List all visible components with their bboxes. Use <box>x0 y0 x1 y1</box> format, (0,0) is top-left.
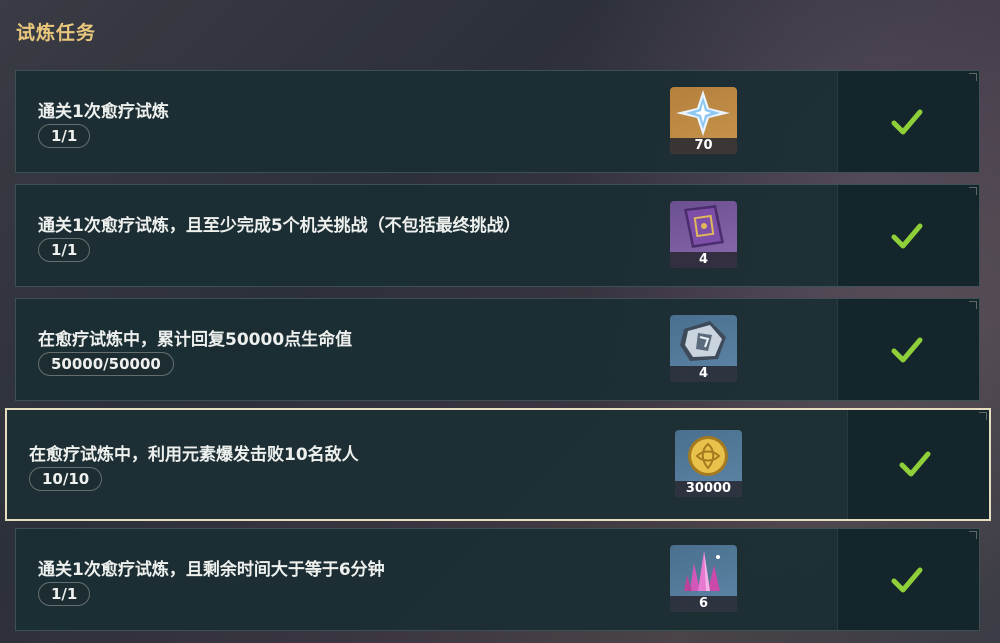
task-row[interactable]: 在愈疗试炼中，累计回复50000点生命值 50000/50000 4 <box>15 298 980 401</box>
reward-item[interactable]: 30000 <box>675 430 742 497</box>
task-description: 在愈疗试炼中，累计回复50000点生命值 <box>38 330 353 350</box>
task-progress: 1/1 <box>38 124 91 148</box>
task-description: 通关1次愈疗试炼，且至少完成5个机关挑战（不包括最终挑战） <box>38 216 521 236</box>
check-icon <box>891 223 923 249</box>
check-icon <box>891 567 923 593</box>
check-icon <box>899 451 931 477</box>
task-row[interactable]: 通关1次愈疗试炼，且剩余时间大于等于6分钟 1/1 6 <box>15 528 980 631</box>
task-description: 通关1次愈疗试炼，且剩余时间大于等于6分钟 <box>38 560 385 580</box>
corner-ornament <box>979 412 987 420</box>
reward-quantity: 6 <box>670 596 737 612</box>
check-icon <box>891 337 923 363</box>
page-title: 试炼任务 <box>16 22 97 44</box>
check-icon <box>891 109 923 135</box>
corner-ornament <box>969 187 977 195</box>
reward-quantity: 4 <box>670 366 737 382</box>
task-progress: 1/1 <box>38 582 91 606</box>
reward-item[interactable]: 70 <box>670 87 737 154</box>
mora-coin-icon <box>688 436 728 476</box>
task-description: 通关1次愈疗试炼 <box>38 102 169 122</box>
task-row[interactable]: 通关1次愈疗试炼，且至少完成5个机关挑战（不包括最终挑战） 1/1 4 <box>15 184 980 287</box>
heros-wit-book-icon <box>684 205 724 248</box>
task-progress: 10/10 <box>29 467 103 491</box>
reward-quantity: 30000 <box>675 481 742 497</box>
task-description: 在愈疗试炼中，利用元素爆发击败10名敌人 <box>29 445 359 465</box>
task-row-selected[interactable]: 在愈疗试炼中，利用元素爆发击败10名敌人 10/10 30000 <box>5 408 991 521</box>
reward-quantity: 70 <box>670 138 737 154</box>
reward-quantity: 4 <box>670 252 737 268</box>
reward-item[interactable]: 4 <box>670 315 737 382</box>
crystal-ore-icon <box>684 551 720 591</box>
weapon-ore-icon <box>680 321 726 361</box>
task-progress: 1/1 <box>38 238 91 262</box>
corner-ornament <box>969 531 977 539</box>
reward-item[interactable]: 4 <box>670 201 737 268</box>
reward-item[interactable]: 6 <box>670 545 737 612</box>
task-row[interactable]: 通关1次愈疗试炼 1/1 70 <box>15 70 980 173</box>
primogem-icon <box>676 90 730 136</box>
corner-ornament <box>969 301 977 309</box>
task-progress: 50000/50000 <box>38 352 174 376</box>
corner-ornament <box>969 73 977 81</box>
